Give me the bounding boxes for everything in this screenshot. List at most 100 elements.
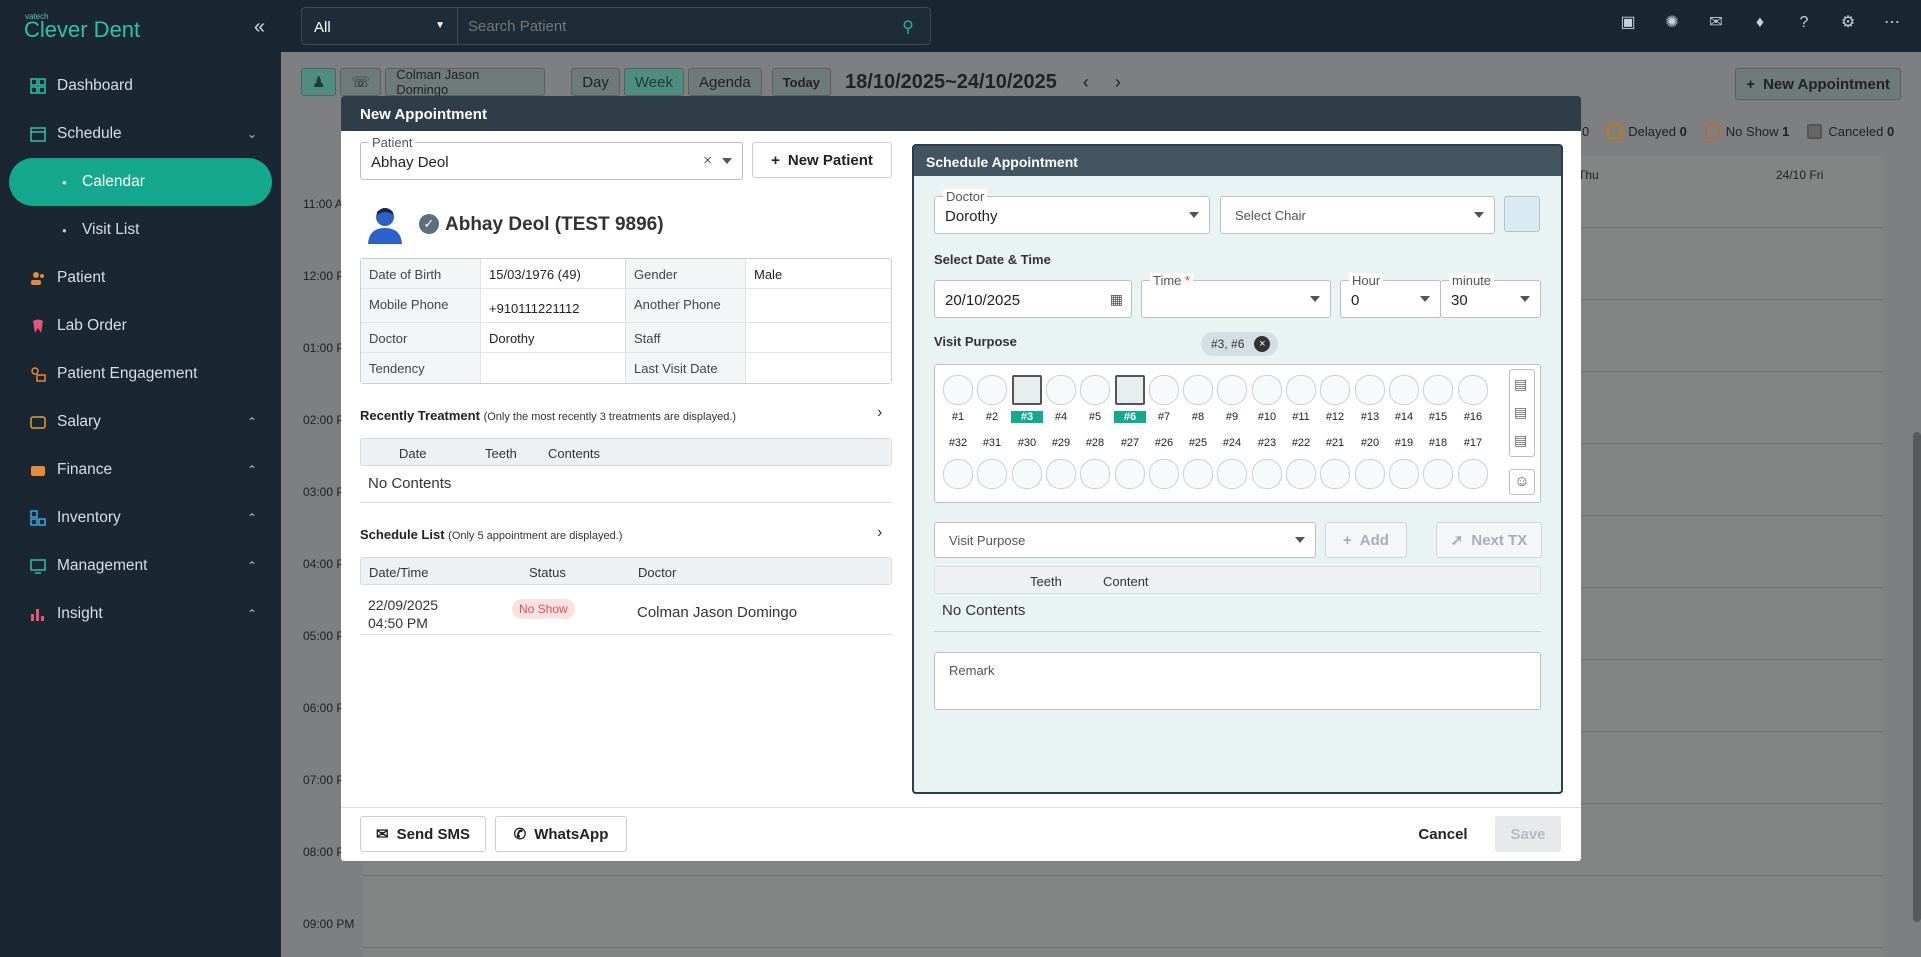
patient-select[interactable]: Patient Abhay Deol × [360, 135, 743, 180]
tooth-number[interactable]: #3 [1011, 411, 1043, 423]
tooth-number[interactable]: #24 [1216, 437, 1248, 449]
tooth-number[interactable]: #31 [976, 437, 1008, 449]
tooth-number[interactable]: #20 [1354, 437, 1386, 449]
tooth-number[interactable]: #12 [1319, 411, 1351, 423]
tooth-5[interactable] [1080, 375, 1110, 405]
tooth-14[interactable] [1389, 375, 1419, 405]
tooth-18[interactable] [1423, 459, 1453, 489]
calendar-scrollbar[interactable] [1913, 432, 1921, 922]
tooth-12[interactable] [1320, 375, 1350, 405]
tooth-13[interactable] [1355, 375, 1385, 405]
tooth-25[interactable] [1183, 459, 1213, 489]
tooth-32[interactable] [943, 459, 973, 489]
tooth-number[interactable]: #29 [1045, 437, 1077, 449]
tooth-8[interactable] [1183, 375, 1213, 405]
view-day[interactable]: Day [571, 68, 620, 96]
today-button[interactable]: Today [771, 68, 832, 96]
add-button[interactable]: + Add [1325, 522, 1407, 558]
tooth-number[interactable]: #26 [1148, 437, 1180, 449]
time-select[interactable]: Time * [1141, 273, 1331, 318]
table-row[interactable]: 22/09/2025 04:50 PM No Show Colman Jason… [360, 587, 892, 635]
tooth-number[interactable]: #23 [1251, 437, 1283, 449]
search-scope-select[interactable]: All ▼ [302, 8, 458, 44]
tooth-number[interactable]: #6 [1114, 411, 1146, 423]
tooth-number[interactable]: #22 [1285, 437, 1317, 449]
sidebar-item-patient-engagement[interactable]: Patient Engagement [0, 350, 281, 398]
sidebar-item-insight[interactable]: Insight ⌃ [0, 590, 281, 638]
new-patient-button[interactable]: + New Patient [752, 142, 892, 178]
brand-logo[interactable]: vatech Clever Dent « [0, 0, 281, 52]
tooth-30[interactable] [1012, 459, 1042, 489]
tooth-number[interactable]: #21 [1319, 437, 1351, 449]
send-sms-button[interactable]: ✉ Send SMS [360, 816, 486, 852]
help-icon[interactable]: ? [1795, 14, 1813, 32]
visit-purpose-select[interactable]: Visit Purpose [934, 522, 1316, 558]
aperture-icon[interactable]: ✺ [1663, 14, 1681, 32]
tooth-28[interactable] [1080, 459, 1110, 489]
tooth-15[interactable] [1423, 375, 1453, 405]
sidebar-item-inventory[interactable]: Inventory ⌃ [0, 494, 281, 542]
media-icon[interactable]: ▣ [1619, 14, 1637, 32]
tooth-number[interactable]: #17 [1457, 437, 1489, 449]
new-appointment-button[interactable]: + New Appointment [1735, 68, 1901, 100]
chat-icon[interactable]: ✉ [1707, 14, 1725, 32]
tooth-24[interactable] [1217, 459, 1247, 489]
upper-jaw-icon[interactable]: ▤ [1514, 376, 1527, 393]
tooth-27[interactable] [1115, 459, 1145, 489]
chair-select[interactable]: Select Chair [1220, 196, 1495, 234]
minute-select[interactable]: minute 30 [1440, 273, 1541, 318]
chevron-right-icon[interactable]: › [877, 404, 882, 422]
clear-icon[interactable]: × [703, 152, 712, 169]
chevron-right-icon[interactable]: › [877, 524, 882, 542]
gear-icon[interactable]: ⚙ [1839, 14, 1857, 32]
tooth-number[interactable]: #19 [1388, 437, 1420, 449]
phone-view-button[interactable]: ☏ [340, 68, 382, 96]
hour-select[interactable]: Hour 0 [1340, 273, 1441, 318]
bell-icon[interactable]: ♦ [1751, 14, 1769, 32]
full-mouth-icon[interactable]: ▤ [1514, 404, 1527, 421]
tooth-4[interactable] [1046, 375, 1076, 405]
tooth-31[interactable] [977, 459, 1007, 489]
tooth-number[interactable]: #2 [976, 411, 1008, 423]
sidebar-item-dashboard[interactable]: Dashboard [0, 62, 281, 110]
next-tx-button[interactable]: ➚ Next TX [1436, 522, 1542, 558]
smile-icon[interactable]: ☺ [1509, 469, 1535, 495]
tooth-number[interactable]: #4 [1045, 411, 1077, 423]
prev-week-icon[interactable]: ‹ [1083, 72, 1089, 93]
tooth-22[interactable] [1286, 459, 1316, 489]
doctor-select[interactable]: Doctor Dorothy [934, 189, 1210, 234]
tooth-number[interactable]: #5 [1079, 411, 1111, 423]
sidebar-item-salary[interactable]: Salary ⌃ [0, 398, 281, 446]
sidebar-item-management[interactable]: Management ⌃ [0, 542, 281, 590]
tooth-2[interactable] [977, 375, 1007, 405]
tooth-number[interactable]: #13 [1354, 411, 1386, 423]
tooth-29[interactable] [1046, 459, 1076, 489]
tooth-number[interactable]: #14 [1388, 411, 1420, 423]
sidebar-item-patient[interactable]: Patient [0, 254, 281, 302]
tooth-number[interactable]: #1 [942, 411, 974, 423]
tooth-16[interactable] [1458, 375, 1488, 405]
sidebar-item-lab-order[interactable]: Lab Order [0, 302, 281, 350]
tooth-21[interactable] [1320, 459, 1350, 489]
search-icon[interactable]: ⚲ [886, 8, 930, 44]
tooth-number[interactable]: #25 [1182, 437, 1214, 449]
date-field[interactable]: 20/10/2025 ▦ [934, 280, 1132, 318]
view-agenda[interactable]: Agenda [687, 68, 762, 96]
whatsapp-button[interactable]: ✆ WhatsApp [495, 816, 627, 852]
sidebar-item-calendar[interactable]: ● Calendar [9, 158, 272, 206]
tooth-number[interactable]: #8 [1182, 411, 1214, 423]
tooth-19[interactable] [1389, 459, 1419, 489]
lower-jaw-icon[interactable]: ▤ [1514, 432, 1527, 449]
sidebar-item-visit-list[interactable]: ● Visit List [0, 206, 281, 254]
tooth-6[interactable] [1115, 375, 1145, 405]
tooth-9[interactable] [1217, 375, 1247, 405]
view-week[interactable]: Week [623, 68, 684, 96]
tooth-23[interactable] [1252, 459, 1282, 489]
tooth-3[interactable] [1012, 375, 1042, 405]
apps-grid-icon[interactable]: ⋯ [1883, 14, 1901, 32]
tooth-1[interactable] [943, 375, 973, 405]
collapse-sidebar-icon[interactable]: « [254, 16, 265, 39]
tooth-number[interactable]: #28 [1079, 437, 1111, 449]
color-picker[interactable] [1504, 196, 1540, 232]
calendar-icon[interactable]: ▦ [1110, 291, 1123, 308]
